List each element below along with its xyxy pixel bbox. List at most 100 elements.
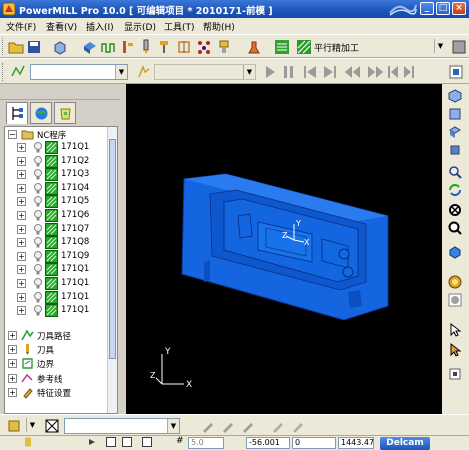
pencil-alt-icon[interactable] — [290, 418, 306, 434]
status-tool-icon[interactable] — [22, 436, 34, 448]
go-start-icon[interactable] — [388, 66, 398, 78]
tree-node-nc-program[interactable]: +171Q7 — [5, 222, 105, 236]
close-button[interactable]: × — [452, 2, 466, 15]
view-side-icon[interactable] — [447, 142, 463, 158]
tree-node-folder[interactable]: + 刀具路径 — [5, 329, 105, 342]
lightbulb-icon[interactable] — [33, 237, 43, 249]
lightbulb-icon[interactable] — [33, 278, 43, 290]
menu-file[interactable]: 文件(F) — [6, 20, 36, 33]
toolpath-icon[interactable] — [100, 39, 116, 55]
strategy-dropdown-button[interactable]: ▼ — [434, 39, 446, 55]
menu-view[interactable]: 查看(V) — [46, 20, 77, 33]
tree-expander[interactable]: + — [17, 224, 26, 234]
maximize-button[interactable]: □ — [436, 2, 450, 15]
tab-globe[interactable] — [30, 102, 52, 124]
block-icon[interactable] — [82, 39, 98, 55]
toolbar-grip[interactable] — [2, 38, 5, 55]
coord-z-field[interactable]: 1443.47 — [338, 437, 374, 449]
status-grid-icon[interactable] — [104, 436, 118, 448]
graphics-viewport[interactable]: Y X Z Y X Z — [126, 84, 442, 414]
zoom-fit-icon[interactable] — [447, 220, 463, 236]
zoom-icon[interactable] — [447, 164, 463, 180]
lightbulb-icon[interactable] — [33, 142, 43, 154]
chevron-down-icon[interactable]: ▼ — [243, 65, 255, 79]
tab-tree-view[interactable] — [6, 102, 28, 124]
pencil-icon[interactable] — [270, 418, 286, 434]
tree-expander[interactable]: + — [17, 170, 26, 180]
tree-node-nc-program[interactable]: +171Q3 — [5, 168, 105, 182]
feed-icon[interactable] — [120, 39, 136, 55]
toolpath-select-icon[interactable] — [10, 64, 26, 80]
chevron-down-icon[interactable]: ▼ — [26, 418, 38, 432]
tree-expander[interactable]: + — [8, 345, 17, 355]
shaded-view-icon[interactable] — [447, 244, 463, 260]
lightbulb-icon[interactable] — [33, 223, 43, 236]
boundary-icon[interactable] — [176, 39, 192, 55]
pattern-icon[interactable] — [196, 39, 212, 55]
menu-help[interactable]: 帮助(H) — [203, 20, 235, 33]
stock-icon[interactable] — [52, 39, 68, 55]
chevron-down-icon[interactable]: ▼ — [167, 419, 179, 433]
tree-node-nc-programs[interactable]: − NC程序 — [5, 128, 105, 141]
status-arrow-icon[interactable] — [86, 436, 98, 448]
leadin-icon[interactable] — [216, 39, 232, 55]
tree-expander[interactable]: + — [8, 373, 17, 383]
rewind-icon[interactable] — [345, 66, 360, 78]
select-icon[interactable] — [447, 322, 463, 338]
tree-node-nc-program[interactable]: +171Q1 — [5, 290, 105, 304]
lightbulb-icon[interactable] — [33, 182, 43, 195]
refresh-view-icon[interactable] — [447, 182, 463, 198]
tree-expander[interactable]: + — [17, 183, 26, 193]
tree-expander[interactable]: + — [8, 331, 17, 340]
lightbulb-icon[interactable] — [33, 169, 43, 181]
model-icon[interactable] — [6, 418, 22, 434]
simulation-options-icon[interactable] — [448, 64, 464, 80]
select-model-icon[interactable] — [447, 342, 463, 358]
lightbulb-icon[interactable] — [33, 264, 43, 276]
tree-node-folder[interactable]: + 特征设置 — [5, 386, 105, 399]
simulate-icon[interactable] — [246, 39, 262, 55]
tab-recycle[interactable] — [54, 102, 76, 124]
chevron-down-icon[interactable]: ▼ — [434, 39, 446, 53]
tree-node-nc-program[interactable]: +171Q1 — [5, 263, 105, 277]
view-top-icon[interactable] — [447, 124, 463, 140]
model-dropdown[interactable]: ▼ — [24, 418, 38, 434]
tree-node-nc-program[interactable]: +171Q1 — [5, 141, 105, 154]
tree-node-folder[interactable]: + 边界 — [5, 357, 105, 370]
level-icon[interactable] — [44, 418, 60, 434]
tree-scrollbar[interactable] — [107, 127, 117, 413]
menu-display[interactable]: 显示(D) — [124, 20, 156, 33]
multicolor-icon[interactable] — [447, 292, 463, 308]
strategy-label[interactable]: 平行精加工 — [314, 41, 359, 54]
view-iso-icon[interactable] — [447, 88, 463, 104]
view-options-icon[interactable] — [447, 366, 463, 382]
tree-node-nc-program[interactable]: +171Q1 — [5, 304, 105, 318]
level-select[interactable]: ▼ — [64, 418, 180, 434]
zoom-box-icon[interactable] — [447, 202, 463, 218]
tool-select[interactable]: ▼ — [154, 64, 256, 80]
tree-expander[interactable]: + — [17, 197, 26, 207]
tool-select-icon[interactable] — [136, 64, 152, 80]
powermill-app-icon[interactable] — [2, 2, 16, 16]
tree-node-nc-program[interactable]: +171Q5 — [5, 195, 105, 209]
status-snap-icon[interactable] — [120, 436, 134, 448]
edit-toolpath-icon[interactable] — [220, 418, 236, 434]
tree-expander[interactable]: + — [8, 359, 17, 369]
tree-node-folder[interactable]: + 参考线 — [5, 372, 105, 385]
edit-tool-icon[interactable] — [200, 418, 216, 434]
lightbulb-icon[interactable] — [33, 305, 43, 317]
tree-node-nc-program[interactable]: +171Q6 — [5, 209, 105, 222]
grid-size-field[interactable]: 5.0 — [188, 437, 224, 449]
coord-x-field[interactable]: -56.001 — [246, 437, 290, 449]
model-view[interactable]: Y X Z Y X Z — [126, 84, 442, 414]
tree-expander[interactable]: + — [17, 211, 26, 220]
strategy-icon[interactable] — [274, 39, 290, 55]
save-icon[interactable] — [26, 39, 42, 55]
tree-expander[interactable]: − — [8, 130, 17, 139]
edit-feature-icon[interactable] — [240, 418, 256, 434]
pause-icon[interactable] — [284, 66, 293, 78]
tree-node-nc-program[interactable]: +171Q9 — [5, 249, 105, 263]
fast-forward-icon[interactable] — [368, 66, 383, 78]
parallel-finish-icon[interactable] — [296, 39, 312, 55]
drill-icon[interactable] — [156, 39, 172, 55]
